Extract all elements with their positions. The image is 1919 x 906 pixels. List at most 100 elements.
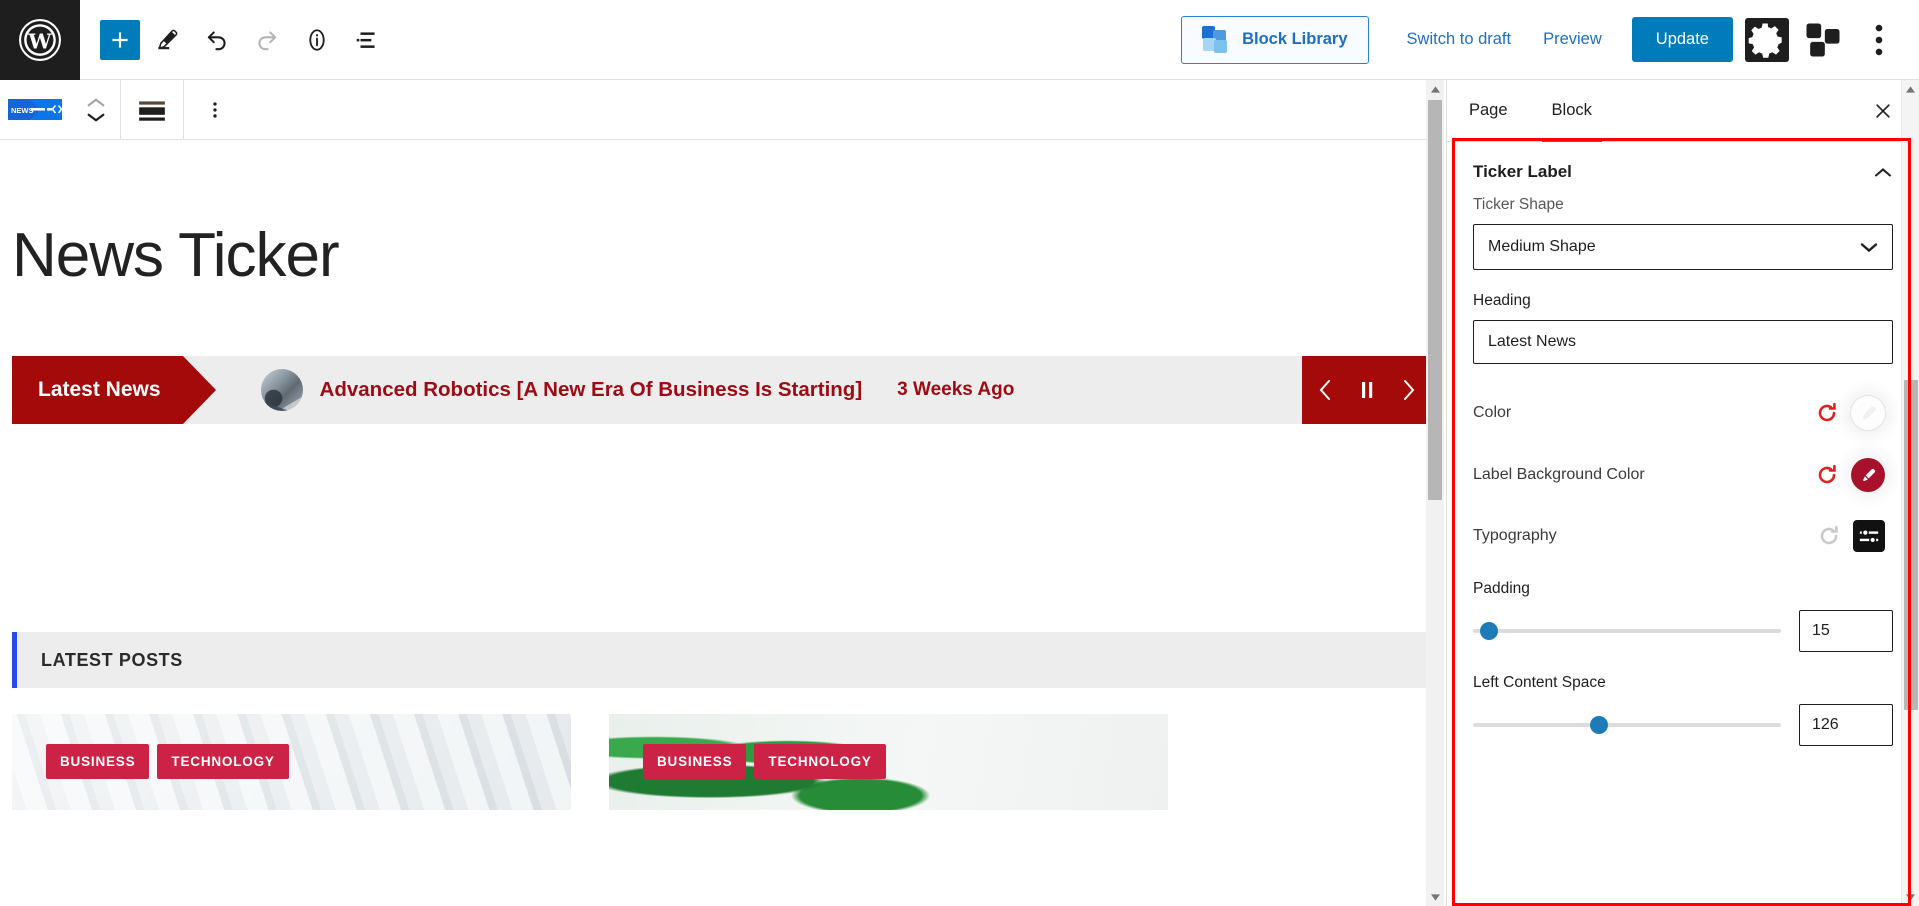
canvas-scroll-down-arrow[interactable] [1426,888,1444,906]
padding-slider[interactable] [1473,620,1781,642]
align-wide-button[interactable] [121,80,183,140]
reset-icon[interactable] [1817,524,1841,548]
typography-settings-button[interactable] [1853,520,1885,552]
heading-input[interactable] [1473,320,1893,364]
canvas-scrollbar[interactable] [1426,80,1444,906]
settings-gear-button[interactable] [1745,17,1789,62]
chevron-down-icon [1860,243,1878,253]
switch-to-draft-button[interactable]: Switch to draft [1391,20,1528,59]
block-align-group [121,79,184,140]
block-library-button[interactable]: Block Library [1181,15,1369,64]
post-card[interactable]: BUSINESS TECHNOLOGY [12,714,571,810]
left-content-space-slider-rail [1473,723,1781,727]
ticker-label-panel-header[interactable]: Ticker Label [1447,142,1919,196]
edit-tool-button[interactable] [144,17,190,63]
svg-text:W: W [27,29,52,53]
block-options-button[interactable] [184,80,246,140]
paintbrush-icon [1862,468,1875,481]
label-background-color-row: Label Background Color [1447,444,1919,506]
post-card-list: BUSINESS TECHNOLOGY BUSINESS TECHNOLOGY [12,714,1444,810]
chevron-left-icon [1319,380,1330,400]
color-label: Color [1473,404,1512,421]
left-content-space-field: Left Content Space [1447,674,1919,746]
top-bar-actions: Block Library Switch to draft Preview Up… [1181,15,1919,64]
tab-block[interactable]: Block [1530,80,1614,142]
close-icon [1876,103,1890,118]
news-ticker-block-icon: NEWS [6,96,66,123]
add-block-button[interactable] [100,19,140,60]
chevron-right-icon [1404,380,1415,400]
block-library-label: Block Library [1242,30,1348,48]
editor-canvas: News Ticker Latest News Advanced Robotic… [0,141,1444,906]
chevron-up-icon [87,97,105,106]
color-swatch[interactable] [1851,396,1885,430]
canvas-scroll-up-arrow[interactable] [1426,80,1444,98]
sidebar-scroll-down-arrow[interactable] [1902,888,1919,906]
padding-value-input[interactable] [1799,610,1893,652]
padding-field: Padding [1447,580,1919,652]
category-tag[interactable]: BUSINESS [643,744,747,779]
ticker-pause-button[interactable] [1350,370,1384,410]
details-button[interactable] [294,17,340,63]
close-sidebar-button[interactable] [1865,93,1901,129]
sidebar-scroll-thumb[interactable] [1904,380,1918,710]
ticker-label-wrapper: Latest News [12,356,216,424]
block-inserter-button[interactable] [1801,18,1845,62]
label-background-color-swatch[interactable] [1851,458,1885,492]
block-type-group: NEWS [0,79,121,140]
label-background-color-label: Label Background Color [1473,466,1645,483]
page-title[interactable]: News Ticker [12,220,1444,291]
ticker-controls [1302,356,1432,424]
update-button[interactable]: Update [1631,17,1733,62]
ticker-headline[interactable]: Advanced Robotics [A New Era Of Business… [320,378,863,402]
top-bar-tools [80,17,390,63]
ticker-label-panel: Ticker Label Ticker Shape Medium Shape H… [1447,142,1919,746]
wordpress-logo-icon[interactable]: W [0,0,80,80]
pause-icon [1362,382,1373,398]
paintbrush-icon [1862,405,1876,419]
list-view-button[interactable] [344,17,390,63]
chevron-up-icon [1875,167,1891,176]
block-library-icon [1202,25,1230,54]
three-dots-vertical-icon [213,101,217,118]
typography-sliders-icon [1859,529,1879,544]
heading-label: Heading [1473,292,1531,309]
sidebar-scrollbar[interactable] [1901,80,1919,906]
canvas-scroll-thumb[interactable] [1428,100,1442,500]
latest-posts-heading: LATEST POSTS [41,649,183,670]
category-tag[interactable]: BUSINESS [46,744,150,779]
redo-button[interactable] [244,17,290,63]
preview-button[interactable]: Preview [1527,20,1618,59]
align-wide-icon [139,100,165,121]
color-control-row: Color [1447,382,1919,444]
sidebar-scroll-up-arrow[interactable] [1902,80,1919,98]
chevron-down-icon [87,113,105,122]
ticker-shape-value: Medium Shape [1488,238,1596,255]
padding-slider-knob[interactable] [1480,622,1499,640]
typography-label: Typography [1473,527,1557,544]
tab-page[interactable]: Page [1447,80,1530,141]
ticker-next-button[interactable] [1391,370,1425,410]
left-content-space-value-input[interactable] [1799,704,1893,746]
post-card-tags: BUSINESS TECHNOLOGY [643,744,886,779]
news-ticker-block[interactable]: Latest News Advanced Robotics [A New Era… [12,356,1432,424]
blocks-icon [1806,23,1840,56]
ticker-shape-select[interactable]: Medium Shape [1473,224,1893,270]
sidebar-tabs: Page Block [1447,80,1919,142]
ticker-label[interactable]: Latest News [12,356,216,424]
reset-icon[interactable] [1815,401,1839,425]
undo-button[interactable] [194,17,240,63]
category-tag[interactable]: TECHNOLOGY [157,744,289,779]
block-type-button[interactable]: NEWS [0,80,72,140]
left-content-space-slider[interactable] [1473,714,1781,736]
post-card[interactable]: BUSINESS TECHNOLOGY [609,714,1168,810]
block-mover[interactable] [72,96,120,124]
more-options-button[interactable] [1857,18,1901,62]
gear-icon [1748,23,1782,58]
ticker-label-panel-title: Ticker Label [1473,162,1572,181]
left-content-space-slider-knob[interactable] [1590,716,1609,734]
reset-icon[interactable] [1815,463,1839,487]
ticker-prev-button[interactable] [1309,370,1343,410]
category-tag[interactable]: TECHNOLOGY [754,744,886,779]
heading-field: Heading [1447,292,1919,364]
